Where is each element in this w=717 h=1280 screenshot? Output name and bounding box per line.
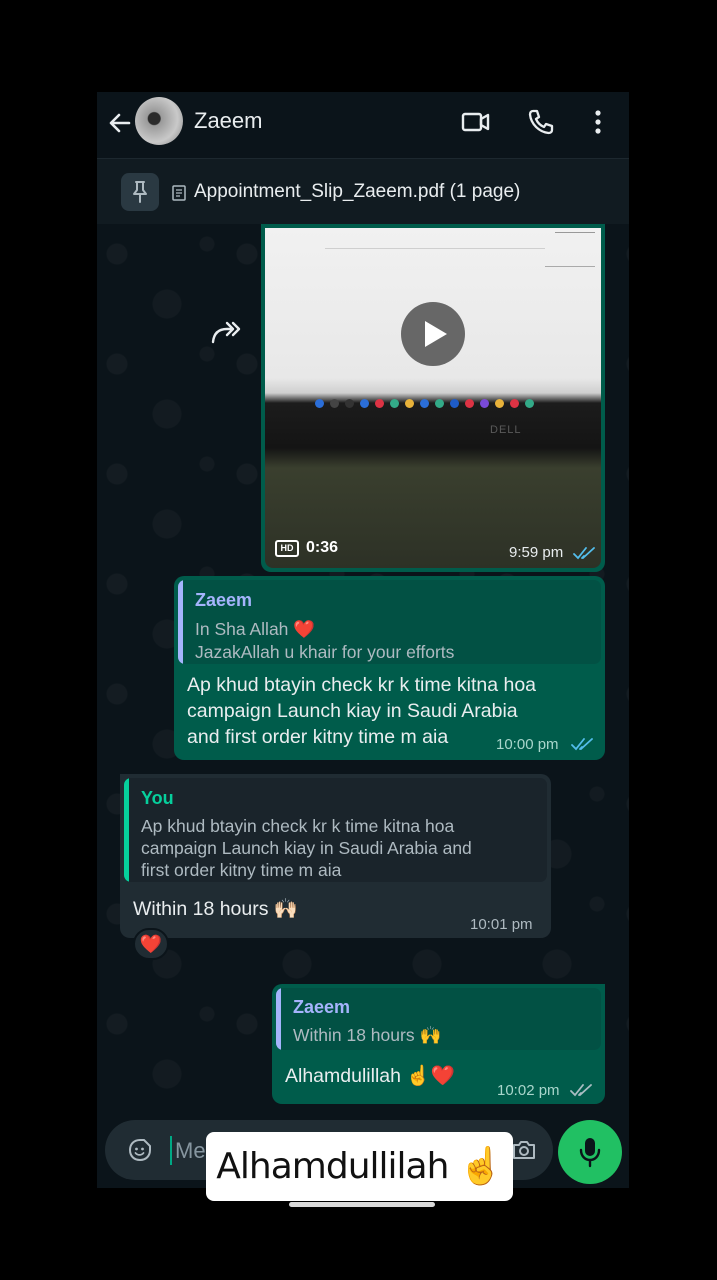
quote-text-line: JazakAllah u khair for your efforts [195,642,455,662]
message-time: 10:02 pm [497,1082,560,1099]
message-time: 10:00 pm [496,736,559,753]
text-cursor [170,1136,172,1165]
more-vert-icon[interactable] [583,107,613,137]
incoming-message[interactable]: You Ap khud btayin check kr k time kitna… [120,774,551,938]
pinned-message-text: Appointment_Slip_Zaeem.pdf (1 page) [194,181,521,202]
delivered-ticks-icon [570,1084,592,1097]
outgoing-message[interactable]: Zaeem In Sha Allah ❤️ JazakAllah u khair… [174,576,605,760]
quoted-message[interactable]: Zaeem Within 18 hours 🙌 [276,988,601,1050]
quote-text-line: Within 18 hours 🙌 [293,1025,442,1045]
quoted-message[interactable]: You Ap khud btayin check kr k time kitna… [124,778,547,882]
thumbnail-brand-mark: D​ELL [490,424,522,436]
pinned-message-bar[interactable]: Appointment_Slip_Zaeem.pdf (1 page) [97,158,629,224]
quote-sender-name: Zaeem [293,997,351,1017]
quote-sender-name: Zaeem [195,590,253,610]
pin-button[interactable] [121,173,159,211]
message-time: 9:59 pm [509,544,564,561]
back-arrow-icon[interactable] [107,110,133,136]
play-icon [425,321,447,347]
quote-bar [178,580,183,664]
quote-text-line: first order kitny time m aia [141,860,342,880]
message-text: Within 18 hours 🙌🏻 [133,898,299,920]
document-icon [172,185,186,201]
forward-icon[interactable] [210,320,244,346]
outgoing-message[interactable]: Zaeem Within 18 hours 🙌 Alhamdulillah ☝️… [272,984,605,1104]
quote-text-line: Ap khud btayin check kr k time kitna hoa [141,816,455,836]
phone-icon[interactable] [526,107,556,137]
thumbnail-detail [325,248,545,249]
message-text-line: and first order kitny time m aia [187,726,449,748]
sticker-icon[interactable] [127,1137,153,1163]
quote-bar [276,988,281,1050]
thumbnail-detail [555,232,595,233]
quote-bar [124,778,129,882]
voice-record-button[interactable] [558,1120,622,1184]
read-ticks-icon [573,547,595,560]
video-call-icon[interactable] [461,107,491,137]
thumbnail-detail [545,266,595,267]
message-list[interactable]: D​ELL HD 0:36 9:59 pm Zaeem In Sha Allah… [97,224,629,1124]
thumbnail-taskbar [315,396,595,410]
chat-header: Zaeem [97,92,629,158]
avatar[interactable] [135,97,183,145]
pin-icon [133,181,147,203]
message-text-line: campaign Launch kiay in Saudi Arabia [187,700,518,722]
home-indicator[interactable] [289,1202,435,1207]
quote-text-line: campaign Launch kiay in Saudi Arabia and [141,838,472,858]
contact-name[interactable]: Zaeem [194,108,262,134]
message-text: Alhamdulillah ☝️❤️ [285,1065,455,1087]
message-time: 10:01 pm [470,916,533,933]
video-duration: 0:36 [306,539,339,556]
video-message[interactable]: D​ELL HD 0:36 9:59 pm [261,224,605,572]
quote-text-line: In Sha Allah ❤️ [195,619,316,639]
chat-screen: Zaeem Appointment_Slip_Zaeem.pdf (1 page… [97,92,629,1188]
video-thumbnail[interactable]: D​ELL HD 0:36 9:59 pm [265,228,601,568]
quote-sender-name: You [141,788,174,808]
camera-icon[interactable] [511,1139,537,1161]
read-ticks-icon [571,738,593,751]
reaction-badge[interactable]: ❤️ [133,928,169,960]
overlay-caption: Alhamdullilah ☝️ [206,1132,513,1201]
mic-icon [579,1138,601,1168]
hd-badge: HD [275,540,299,557]
message-text-line: Ap khud btayin check kr k time kitna hoa [187,674,537,696]
quoted-message[interactable]: Zaeem In Sha Allah ❤️ JazakAllah u khair… [178,580,601,664]
